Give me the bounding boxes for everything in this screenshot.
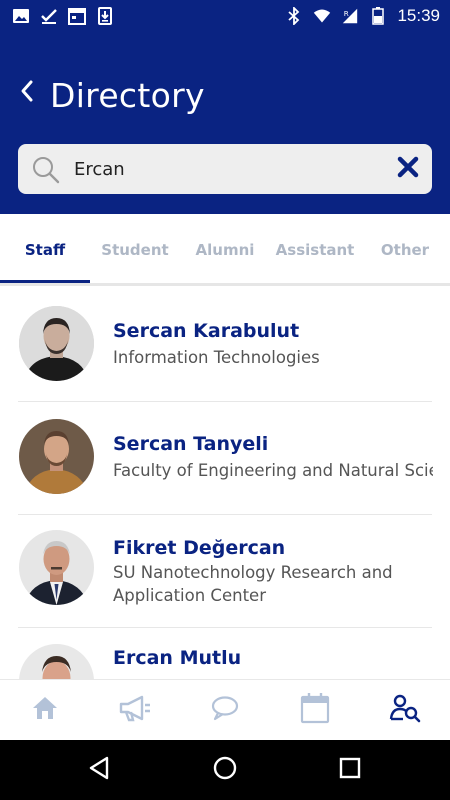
list-item[interactable]: Sercan Tanyeli Faculty of Engineering an…	[0, 402, 450, 515]
list-item[interactable]: Sercan Karabulut Information Technologie…	[0, 289, 450, 402]
svg-text:R: R	[344, 9, 349, 18]
back-button[interactable]	[14, 80, 40, 106]
person-department: Faculty of Engineering and Natural Scien…	[113, 461, 433, 480]
search-box	[18, 144, 432, 194]
avatar	[19, 644, 94, 679]
tab-assistant[interactable]: Assistant	[270, 214, 360, 286]
bluetooth-icon	[285, 7, 303, 25]
check-icon	[40, 7, 58, 25]
search-input[interactable]	[74, 144, 384, 194]
system-home-button[interactable]	[210, 755, 240, 785]
chevron-left-icon	[19, 79, 35, 107]
list-item[interactable]: Fikret Değercan SU Nanotechnology Resear…	[0, 515, 450, 628]
square-recents-icon	[338, 756, 362, 784]
status-time: 15:39	[397, 6, 440, 25]
page-title: Directory	[50, 76, 205, 115]
nav-messages[interactable]	[207, 692, 243, 728]
tab-other[interactable]: Other	[360, 214, 450, 286]
list-item[interactable]: Ercan Mutlu	[0, 628, 450, 679]
system-navigation-bar	[0, 740, 450, 800]
directory-tabs: Staff Student Alumni Assistant Other	[0, 214, 450, 286]
search-icon	[31, 155, 61, 185]
active-tab-indicator	[0, 280, 90, 283]
system-recents-button[interactable]	[335, 755, 365, 785]
person-name: Sercan Tanyeli	[113, 433, 269, 455]
nav-directory[interactable]	[387, 692, 423, 728]
tab-alumni[interactable]: Alumni	[180, 214, 270, 286]
directory-list[interactable]: Sercan Karabulut Information Technologie…	[0, 289, 450, 679]
avatar	[19, 306, 94, 381]
avatar	[19, 530, 94, 605]
person-name: Sercan Karabulut	[113, 320, 300, 342]
directory-search-icon	[389, 693, 421, 727]
calendar-icon	[68, 7, 86, 25]
tab-staff[interactable]: Staff	[0, 214, 90, 286]
person-department: Information Technologies	[113, 348, 320, 367]
download-icon	[96, 7, 114, 25]
close-icon	[397, 156, 419, 182]
clear-search-button[interactable]	[396, 156, 420, 182]
system-back-button[interactable]	[84, 755, 114, 785]
nav-home[interactable]	[27, 692, 63, 728]
nav-announcements[interactable]	[117, 692, 153, 728]
chat-icon	[210, 693, 240, 727]
person-department: SU Nanotechnology Research and Applicati…	[113, 563, 393, 605]
nav-calendar[interactable]	[297, 692, 333, 728]
status-bar: R 15:39	[0, 0, 450, 32]
person-name: Fikret Değercan	[113, 537, 286, 559]
calendar-icon	[300, 692, 330, 728]
battery-icon	[369, 7, 387, 25]
triangle-back-icon	[87, 755, 111, 785]
avatar	[19, 419, 94, 494]
circle-home-icon	[212, 755, 238, 785]
image-icon	[12, 7, 30, 25]
tab-student[interactable]: Student	[90, 214, 180, 286]
bottom-navigation	[0, 679, 450, 740]
signal-icon: R	[341, 7, 359, 25]
megaphone-icon	[118, 693, 152, 727]
home-icon	[30, 693, 60, 727]
person-name: Ercan Mutlu	[113, 647, 242, 669]
wifi-icon	[313, 7, 331, 25]
header: Directory	[0, 32, 450, 214]
